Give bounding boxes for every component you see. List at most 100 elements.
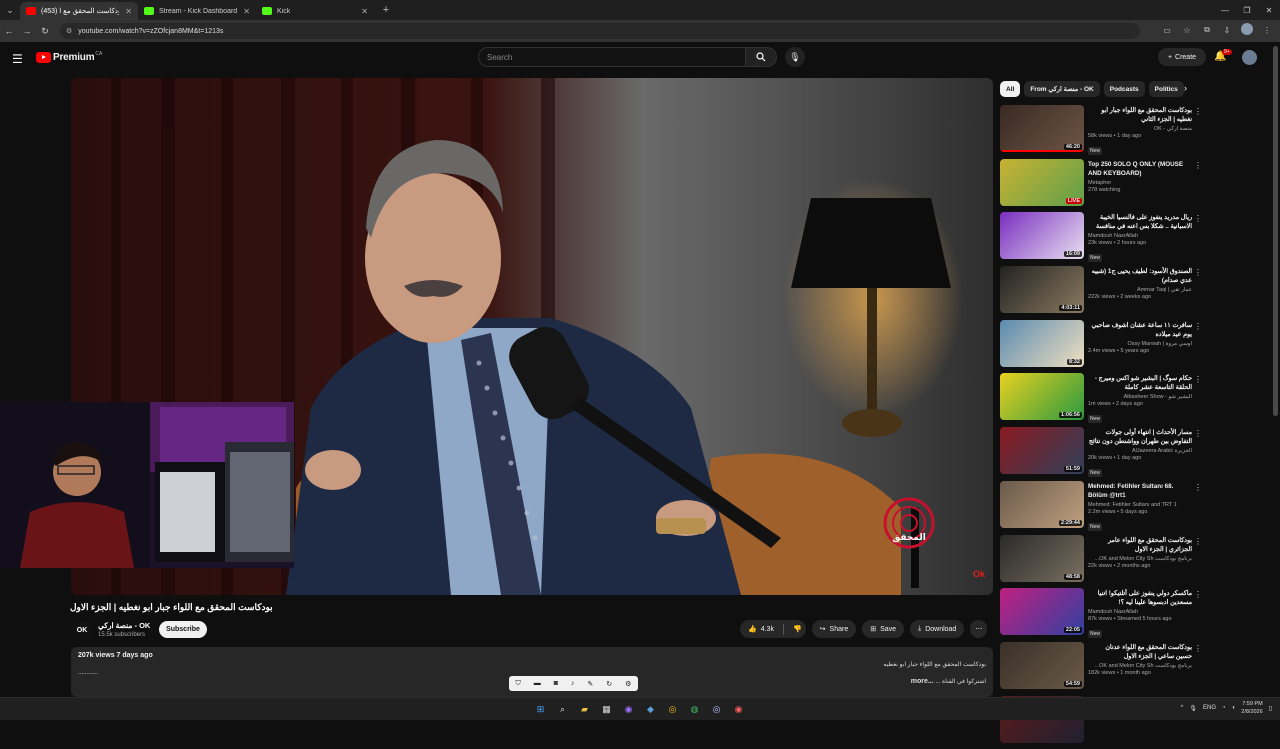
minimize-icon[interactable]: — (1214, 6, 1236, 15)
account-avatar[interactable] (1242, 50, 1257, 65)
refresh-icon[interactable]: ↻ (606, 680, 612, 688)
recommendation-channel[interactable]: Mamdouh NasrAllah (1088, 609, 1192, 615)
tray-mic-icon[interactable]: 🎙 (1189, 705, 1197, 712)
shield-icon[interactable]: ⛉ (515, 680, 520, 688)
volume-icon[interactable]: ◖ (1232, 705, 1236, 711)
chrome-icon[interactable]: ◎ (664, 701, 681, 718)
video-thumbnail[interactable]: 2:29:44 (1000, 480, 1084, 528)
maximize-icon[interactable]: ❐ (1236, 6, 1258, 15)
tray-chevron-icon[interactable]: ^ (1181, 705, 1184, 711)
back-icon[interactable]: ← (0, 26, 18, 36)
browser-menu-icon[interactable]: ⋮ (1260, 26, 1274, 35)
show-more-link[interactable]: ...more (911, 678, 934, 685)
browser-tab-youtube[interactable]: (453) بودكاست المحقق مع ا ✕ (20, 2, 138, 20)
close-tab-icon[interactable]: ✕ (361, 7, 368, 16)
recommendation-item[interactable]: 8:32 سافرت ١١ ساعة عشان اشوف صاحبي يوم عي… (1000, 319, 1202, 374)
menu-icon[interactable]: ☰ (12, 52, 23, 66)
recommendation-title[interactable]: بودكاست المحقق مع اللواء عامر الجزائري |… (1088, 536, 1192, 554)
video-thumbnail[interactable]: 4:03:11 (1000, 266, 1084, 314)
more-vertical-icon[interactable]: ⋮ (1194, 107, 1202, 116)
chip-podcasts[interactable]: Podcasts (1103, 81, 1145, 97)
chip-politics[interactable]: Politics (1148, 81, 1184, 97)
recommendation-item[interactable]: 1:06:56 حكام سوگ | البشير شو اكس وميرج - … (1000, 373, 1202, 427)
recommendation-item[interactable]: 51:59 مسار الأحداث | انتهاء أولى جولات ال… (1000, 427, 1202, 481)
recommendation-item[interactable]: 54:59 بودكاست المحقق مع اللواء عدنان حسين… (1000, 641, 1202, 696)
mic-icon[interactable]: ♪ (571, 680, 575, 687)
recommendation-channel[interactable]: الجزيرة AlJazeera Arabic (1088, 448, 1192, 454)
new-tab-button[interactable]: + (378, 4, 394, 16)
video-thumbnail[interactable]: 48:58 (1000, 534, 1084, 582)
folder-icon[interactable]: ▬ (534, 680, 541, 687)
search-input[interactable]: Search (478, 47, 746, 67)
pin-icon[interactable]: ✎ (587, 680, 593, 688)
voice-search-button[interactable]: 🎙 (785, 47, 805, 67)
more-vertical-icon[interactable]: ⋮ (1194, 268, 1202, 277)
notification-center-icon[interactable]: ▯ (1269, 705, 1272, 712)
share-button[interactable]: ↪ Share (811, 620, 857, 638)
tab-search-icon[interactable]: ⌄ (0, 0, 20, 20)
language-indicator[interactable]: ENG (1203, 705, 1216, 711)
xbox-icon[interactable]: ◍ (686, 701, 703, 718)
recommendation-channel[interactable]: أوسي مروة | Ossy Marwah (1088, 341, 1192, 347)
youtube-logo[interactable]: Premium CA (36, 51, 102, 63)
downloads-icon[interactable]: ⇩ (1220, 26, 1234, 35)
subscribe-button[interactable]: Subscribe (159, 621, 207, 638)
recommendation-title[interactable]: Mehmed: Fetihler Sultanı 68. Bölüm @trt1 (1088, 482, 1192, 500)
more-vertical-icon[interactable]: ⋮ (1194, 429, 1202, 438)
recommendation-item[interactable]: 46:20 بودكاست المحقق مع اللواء جبار ابو ن… (1000, 105, 1202, 159)
recommendation-title[interactable]: بودكاست المحقق مع اللواء عدنان حسين ساعي… (1088, 643, 1192, 661)
obs-icon[interactable]: ◉ (730, 701, 747, 718)
forward-icon[interactable]: → (18, 26, 36, 36)
recommendation-channel[interactable]: عمار تقي | Ammar Taqi (1088, 287, 1192, 293)
close-tab-icon[interactable]: ✕ (125, 7, 132, 16)
channel-avatar[interactable]: OK (72, 620, 92, 640)
taskbar-search-icon[interactable]: ⌕ (554, 701, 571, 718)
download-button[interactable]: ⤓ Download (910, 620, 965, 638)
recommendation-title[interactable]: ريال مدريد ينفوز على فالنسيا الخيبة الاس… (1088, 213, 1192, 231)
video-thumbnail[interactable]: 51:59 (1000, 427, 1084, 475)
recommendation-item[interactable]: 2:29:44 Mehmed: Fetihler Sultanı 68. Bölü… (1000, 480, 1202, 535)
thumbs-down-icon[interactable]: 👎 (793, 625, 802, 633)
browser-tab-kick-dashboard[interactable]: Stream - Kick Dashboard ✕ (138, 2, 256, 20)
recommendation-title[interactable]: ماكسكر دولي ينفوز على أتلتيكو! اتنيا مسع… (1088, 589, 1192, 607)
recommendation-item[interactable]: 16:09 ريال مدريد ينفوز على فالنسيا الخيبة… (1000, 212, 1202, 266)
steam-icon[interactable]: ◆ (642, 701, 659, 718)
recommendation-item[interactable]: 48:58 بودكاست المحقق مع اللواء عامر الجزا… (1000, 534, 1202, 589)
like-button[interactable]: 👍 4.3k 👎 (740, 620, 806, 638)
save-button[interactable]: ⊞ Save (862, 620, 905, 638)
calendar-icon[interactable]: ▦ (598, 701, 615, 718)
recommendation-item[interactable]: LIVE Top 250 SOLO Q ONLY (MOUSE AND KEYBO… (1000, 158, 1202, 213)
more-vertical-icon[interactable]: ⋮ (1194, 161, 1202, 170)
browser-tab-kick[interactable]: Kick ✕ (256, 2, 374, 20)
recommendation-channel[interactable]: منصة اركي - OK (1088, 126, 1192, 132)
channel-name[interactable]: منصة اركي - OK (98, 621, 150, 630)
recommendation-title[interactable]: حكام سوگ | البشير شو اكس وميرج - الحلقة … (1088, 374, 1192, 392)
discord-icon[interactable]: ◉ (620, 701, 637, 718)
more-vertical-icon[interactable]: ⋮ (1194, 214, 1202, 223)
more-vertical-icon[interactable]: ⋮ (1194, 644, 1202, 653)
recommendation-channel[interactable]: Mamdouh NasrAllah (1088, 233, 1192, 239)
recommendation-title[interactable]: مسار الأحداث | انتهاء أولى جولات التفاوض… (1088, 428, 1192, 446)
recommendation-channel[interactable]: Mehmed: Fetihler Sultanı and TRT 1 (1088, 502, 1192, 508)
search-button[interactable] (745, 47, 777, 67)
page-scrollbar[interactable] (1273, 46, 1278, 416)
chevron-right-icon[interactable]: › (1184, 83, 1187, 93)
windows-start-icon[interactable]: ⊞ (532, 701, 549, 718)
reload-icon[interactable]: ↻ (36, 26, 54, 37)
more-actions-button[interactable]: ⋯ (970, 620, 988, 638)
recommendation-channel[interactable]: Metapher (1088, 180, 1192, 186)
close-tab-icon[interactable]: ✕ (243, 7, 250, 16)
camera-icon[interactable]: ◙ (554, 680, 558, 687)
recommendation-title[interactable]: بودكاست المحقق مع اللواء جبار ابو نغطيه … (1088, 106, 1192, 124)
more-vertical-icon[interactable]: ⋮ (1194, 590, 1202, 599)
bookmark-star-icon[interactable]: ☆ (1180, 26, 1194, 35)
recommendation-channel[interactable]: برنامج بودكاست OK and Melon City Sh... (1088, 663, 1192, 669)
chip-all[interactable]: All (1000, 81, 1021, 97)
chip-from-channel[interactable]: From منصة اركي - OK (1024, 81, 1100, 97)
more-vertical-icon[interactable]: ⋮ (1194, 375, 1202, 384)
profile-icon[interactable] (1240, 23, 1254, 37)
video-thumbnail[interactable]: 22:05 (1000, 588, 1084, 636)
more-vertical-icon[interactable]: ⋮ (1194, 483, 1202, 492)
app-icon[interactable]: ◎ (708, 701, 725, 718)
video-thumbnail[interactable]: 8:32 (1000, 319, 1084, 367)
